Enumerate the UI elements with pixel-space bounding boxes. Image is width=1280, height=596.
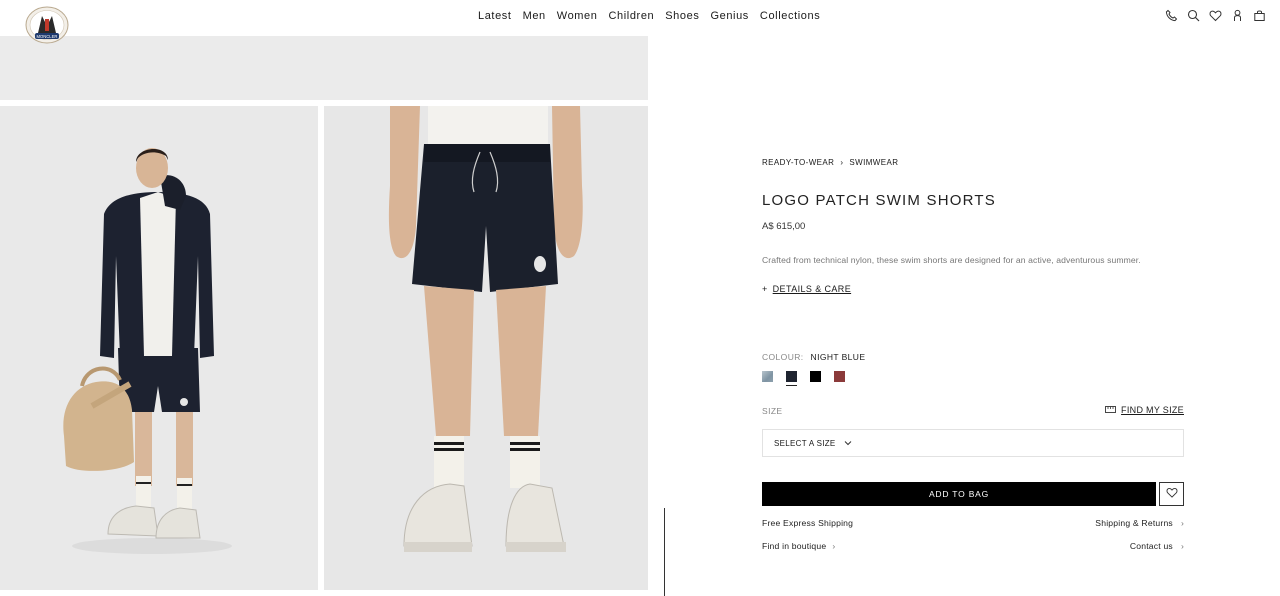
bag-icon[interactable] [1253, 9, 1266, 22]
breadcrumb-separator: › [840, 158, 844, 167]
swatch-light-blue-grey[interactable] [762, 371, 773, 382]
gallery-scrollbar[interactable] [664, 508, 665, 596]
details-care-toggle[interactable]: + DETAILS & CARE [762, 284, 851, 294]
details-care-label: DETAILS & CARE [772, 284, 852, 294]
nav-item-children[interactable]: Children [608, 10, 654, 22]
swatch-black[interactable] [810, 371, 821, 382]
gallery-image-previous[interactable] [0, 36, 648, 100]
shipping-returns-label: Shipping & Returns [1095, 518, 1173, 528]
colour-swatches [762, 371, 845, 386]
size-select[interactable]: SELECT A SIZE [762, 429, 1184, 457]
colour-label: COLOUR: [762, 352, 804, 362]
heart-icon [1166, 485, 1178, 503]
product-description: Crafted from technical nylon, these swim… [762, 255, 1141, 265]
contact-us-link[interactable]: Contact us › [1130, 541, 1184, 551]
find-my-size-link[interactable]: FIND MY SIZE [1105, 405, 1184, 415]
swatch-night-blue[interactable] [786, 371, 797, 386]
main-nav: Latest Men Women Children Shoes Genius C… [478, 10, 820, 22]
find-in-boutique-link[interactable]: Find in boutique › [762, 541, 835, 551]
product-photo-full-look[interactable] [0, 106, 318, 590]
search-icon[interactable] [1187, 9, 1200, 22]
swatch-red[interactable] [834, 371, 845, 382]
breadcrumb-swimwear[interactable]: SWIMWEAR [849, 158, 898, 167]
find-my-size-label: FIND MY SIZE [1121, 405, 1184, 415]
plus-icon: + [762, 284, 768, 294]
find-in-boutique-label: Find in boutique [762, 541, 827, 551]
size-select-label: SELECT A SIZE [774, 438, 836, 448]
contact-us-label: Contact us [1129, 541, 1173, 551]
nav-item-latest[interactable]: Latest [478, 10, 512, 22]
shipping-returns-link[interactable]: Shipping & Returns › [1095, 518, 1184, 528]
chevron-down-icon [844, 439, 852, 448]
chevron-right-icon: › [1180, 518, 1184, 528]
colour-value: NIGHT BLUE [810, 352, 866, 362]
heart-icon[interactable] [1209, 9, 1222, 22]
colour-selection: COLOUR: NIGHT BLUE [762, 352, 865, 362]
nav-item-women[interactable]: Women [557, 10, 598, 22]
nav-item-shoes[interactable]: Shoes [665, 10, 699, 22]
chevron-right-icon: › [1180, 541, 1184, 551]
free-express-shipping: Free Express Shipping [762, 518, 854, 528]
chevron-right-icon: › [832, 541, 836, 551]
breadcrumb-ready-to-wear[interactable]: READY-TO-WEAR [762, 158, 834, 167]
product-photo-detail[interactable] [324, 106, 648, 590]
nav-item-men[interactable]: Men [523, 10, 546, 22]
svg-text:MONCLER: MONCLER [37, 34, 58, 39]
breadcrumb: READY-TO-WEAR › SWIMWEAR [762, 158, 898, 167]
add-to-bag-button[interactable]: ADD TO BAG [762, 482, 1156, 506]
nav-item-genius[interactable]: Genius [710, 10, 748, 22]
ruler-icon [1105, 405, 1116, 415]
header-icons [1165, 9, 1266, 22]
phone-icon[interactable] [1165, 9, 1178, 22]
moncler-logo[interactable]: MONCLER [24, 6, 70, 46]
product-price: A$ 615,00 [762, 221, 806, 232]
nav-item-collections[interactable]: Collections [760, 10, 820, 22]
site-header: MONCLER Latest Men Women Children Shoes … [0, 0, 1280, 44]
size-label: SIZE [762, 406, 783, 416]
account-icon[interactable] [1231, 9, 1244, 22]
wishlist-button[interactable] [1159, 482, 1184, 506]
product-title: LOGO PATCH SWIM SHORTS [762, 192, 996, 209]
